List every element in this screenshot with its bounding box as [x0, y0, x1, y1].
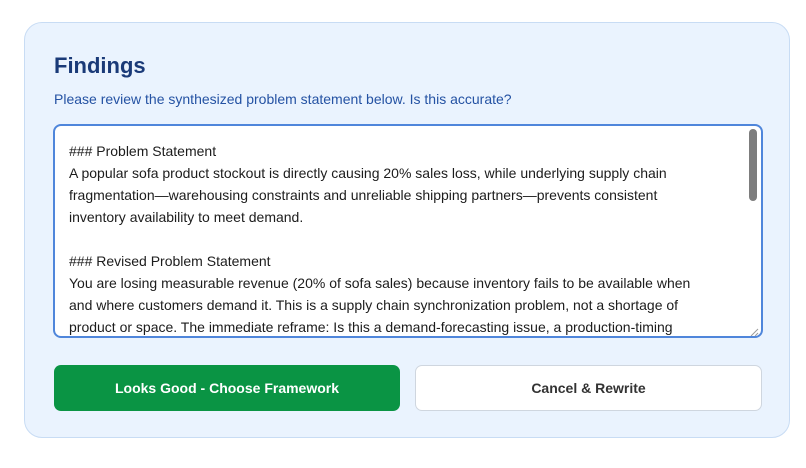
choose-framework-button[interactable]: Looks Good - Choose Framework [54, 365, 400, 411]
statement-line: You are losing measurable revenue (20% o… [69, 275, 691, 291]
statement-line: fragmentation—warehousing constraints an… [69, 187, 658, 203]
statement-line: A popular sofa product stockout is direc… [69, 165, 667, 181]
cancel-rewrite-button[interactable]: Cancel & Rewrite [415, 365, 762, 411]
problem-statement-text[interactable]: ### Problem Statement A popular sofa pro… [69, 140, 739, 336]
resize-grip-icon[interactable] [749, 324, 759, 336]
problem-statement-textarea[interactable]: ### Problem Statement A popular sofa pro… [53, 124, 763, 338]
statement-line: inventory availability to meet demand. [69, 209, 304, 225]
findings-title: Findings [54, 53, 146, 78]
scrollbar-thumb[interactable] [749, 129, 757, 201]
statement-line: ### Problem Statement [69, 143, 217, 159]
statement-line: product or space. The immediate reframe:… [69, 319, 673, 335]
statement-line: ### Revised Problem Statement [69, 253, 271, 269]
findings-subtitle: Please review the synthesized problem st… [54, 91, 512, 107]
textarea-scrollbar[interactable] [747, 128, 759, 324]
findings-card: Findings Please review the synthesized p… [24, 22, 790, 438]
statement-line: and where customers demand it. This is a… [69, 297, 679, 313]
